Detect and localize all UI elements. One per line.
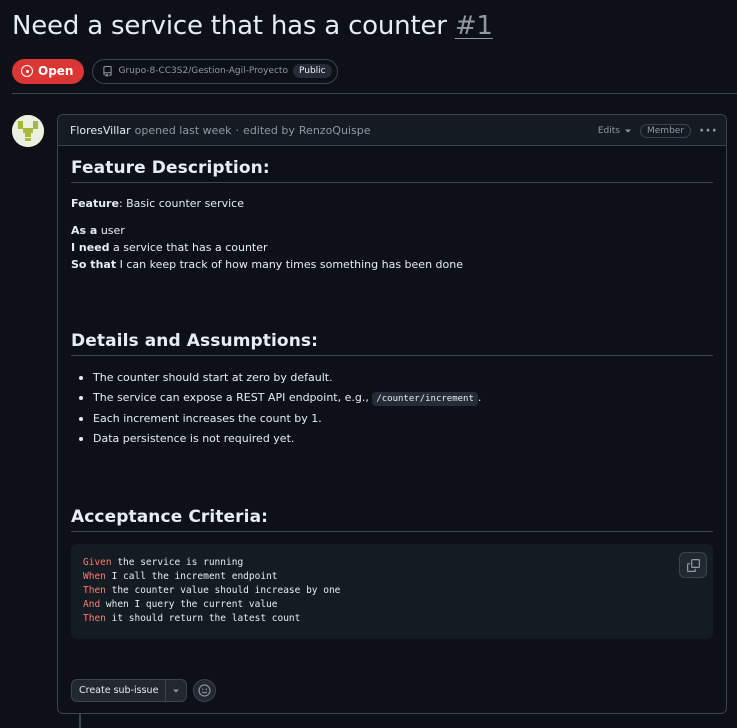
repo-name: Grupo-8-CC3S2/Gestion-Agil-Proyecto — [118, 66, 288, 76]
so-that-line: So that I can keep track of how many tim… — [71, 256, 713, 273]
issue-state-badge: Open — [12, 58, 85, 84]
list-item-text: The service can expose a REST API endpoi… — [93, 391, 373, 404]
comment-author-link[interactable]: FloresVillar — [70, 124, 131, 137]
visibility-badge: Public — [292, 64, 332, 78]
comment-header: FloresVillar opened last week · edited b… — [58, 115, 726, 146]
code-text: it should return the latest count — [105, 613, 301, 624]
edits-dropdown[interactable]: Edits — [598, 126, 632, 136]
issue-title: Need a service that has a counter #1 — [12, 11, 493, 41]
code-text: the counter value should increase by one — [105, 585, 341, 596]
feature-line: Feature: Basic counter service — [71, 195, 713, 212]
code-line: Given the service is running — [83, 556, 701, 570]
role-badge: Member — [640, 123, 692, 138]
smiley-icon — [198, 684, 212, 697]
code-text: the service is running — [111, 557, 244, 568]
code-line: And when I query the current value — [83, 598, 701, 612]
comment-body: Feature Description: Feature: Basic coun… — [58, 146, 726, 639]
add-reaction-button[interactable] — [193, 679, 217, 702]
details-list: The counter should start at zero by defa… — [71, 368, 713, 449]
issue-number-link[interactable]: #1 — [455, 11, 493, 41]
as-a-line: As a user — [71, 222, 713, 239]
code-text: when I query the current value — [100, 599, 278, 610]
list-item: Data persistence is not required yet. — [71, 429, 713, 449]
code-keyword: When — [83, 571, 106, 582]
inline-code: /counter/increment — [372, 392, 478, 406]
header-divider — [12, 93, 737, 94]
chevron-down-icon — [625, 129, 631, 132]
code-keyword: And — [83, 599, 101, 610]
code-text: I call the increment endpoint — [105, 571, 278, 582]
issue-title-text: Need a service that has a counter — [12, 11, 447, 41]
create-subissue-button[interactable]: Create sub-issue — [72, 680, 167, 701]
section-heading-details: Details and Assumptions: — [71, 331, 713, 356]
as-a-value: user — [97, 224, 125, 237]
repo-icon — [103, 65, 113, 77]
identicon-avatar — [12, 115, 44, 147]
list-item: Each increment increases the count by 1. — [71, 409, 713, 429]
copy-icon — [686, 558, 700, 572]
so-that-label: So that — [71, 258, 117, 271]
section-heading-feature: Feature Description: — [71, 158, 713, 183]
code-keyword: Then — [83, 585, 106, 596]
as-a-label: As a — [71, 224, 98, 237]
i-need-value: a service that has a counter — [109, 241, 268, 254]
kebab-icon[interactable]: ··· — [699, 123, 718, 139]
copy-button[interactable] — [679, 552, 707, 578]
issue-body-comment: FloresVillar opened last week · edited b… — [57, 114, 727, 714]
issue-open-icon — [21, 65, 33, 77]
i-need-label: I need — [71, 241, 110, 254]
timeline-line — [79, 714, 81, 728]
author-avatar[interactable] — [12, 115, 44, 147]
code-line: When I call the increment endpoint — [83, 570, 701, 584]
repo-link[interactable]: Grupo-8-CC3S2/Gestion-Agil-Proyecto Publ… — [92, 58, 338, 84]
edits-label: Edits — [597, 125, 620, 136]
comment-separator: · — [235, 123, 240, 137]
section-heading-acceptance: Acceptance Criteria: — [71, 507, 713, 532]
code-line: Then it should return the latest count — [83, 612, 701, 626]
issue-meta-row: Open Grupo-8-CC3S2/Gestion-Agil-Proyecto… — [12, 58, 338, 84]
edited-prefix: edited by — [243, 123, 295, 137]
code-block: Given the service is running When I call… — [71, 544, 713, 639]
chevron-down-icon — [173, 689, 180, 692]
list-item: The service can expose a REST API endpoi… — [71, 388, 713, 409]
code-line: Then the counter value should increase b… — [83, 584, 701, 598]
feature-label: Feature — [71, 197, 119, 210]
feature-value: : Basic counter service — [118, 197, 244, 210]
create-subissue-split-button: Create sub-issue — [71, 679, 188, 702]
i-need-line: I need a service that has a counter — [71, 239, 713, 256]
comment-editor-link[interactable]: RenzoQuispe — [299, 124, 371, 137]
list-item-suffix: . — [477, 391, 482, 404]
list-item: The counter should start at zero by defa… — [71, 368, 713, 388]
code-keyword: Then — [83, 613, 106, 624]
code-keyword: Given — [83, 557, 112, 568]
create-subissue-dropdown[interactable] — [166, 680, 186, 701]
comment-action: opened last week — [134, 123, 232, 137]
so-that-value: I can keep track of how many times somet… — [116, 258, 463, 271]
comment-actions: Create sub-issue — [71, 679, 217, 702]
comment-header-actions: Edits Member ··· — [598, 115, 718, 146]
issue-state-label: Open — [38, 64, 74, 78]
